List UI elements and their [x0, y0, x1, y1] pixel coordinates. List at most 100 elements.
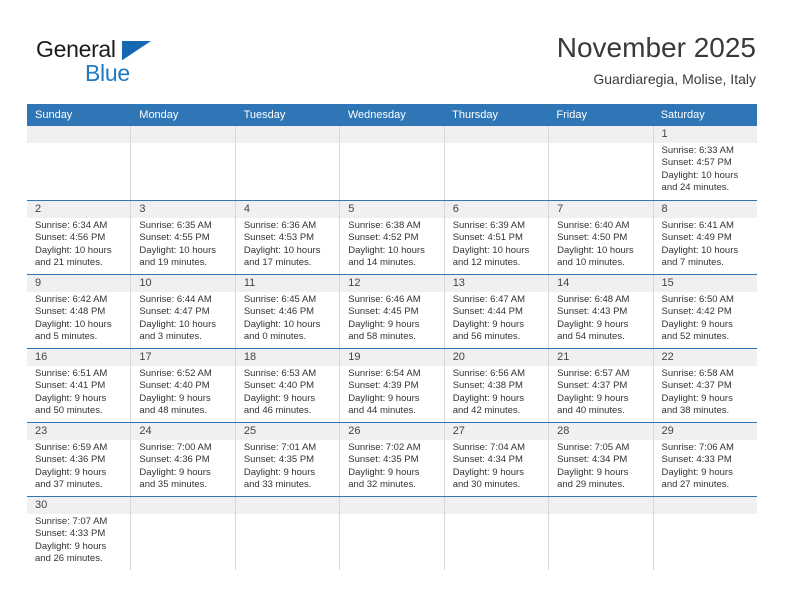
day-number: 18: [243, 351, 257, 363]
calendar-cell-day-8[interactable]: 8 Sunrise: 6:41 AM Sunset: 4:49 PM Daylight…: [654, 201, 757, 274]
day-details: Sunrise: 6:45 AM Sunset: 4:46 PM Daylight:…: [244, 294, 333, 344]
sunrise-text: Sunrise: 6:38 AM: [348, 220, 421, 231]
daylight-text-line1: Daylight: 9 hours: [452, 466, 524, 478]
sunset-text: Sunset: 4:40 PM: [139, 380, 210, 392]
calendar-cell-day-9[interactable]: 9 Sunrise: 6:42 AM Sunset: 4:48 PM Daylight…: [27, 275, 132, 348]
sunrise-text: Sunrise: 6:41 AM: [661, 220, 734, 231]
calendar-cell-day-28[interactable]: 28 Sunrise: 7:05 AM Sunset: 4:34 PM Dayligh…: [549, 423, 654, 496]
day-number: 17: [139, 351, 152, 363]
calendar-cell-day-2[interactable]: 2 Sunrise: 6:34 AM Sunset: 4:56 PM Daylight…: [27, 201, 132, 274]
weekday-header-row: Sunday Monday Tuesday Wednesday Thursday Frid…: [27, 104, 757, 126]
daylight-text-line1: Daylight: 10 hours: [348, 244, 425, 256]
calendar-week-row: 9 Sunrise: 6:42 AM Sunset: 4:48 PM Daylight…: [27, 274, 757, 348]
daylight-text-line2: and 37 minutes.: [35, 479, 103, 491]
calendar-cell-day-20[interactable]: 20 Sunrise: 6:56 AM Sunset: 4:38 PM Dayligh…: [445, 349, 550, 422]
sunset-text: Sunset: 4:53 PM: [243, 232, 315, 244]
calendar-cell-day-21[interactable]: 21 Sunrise: 6:57 AM Sunset: 4:37 PM Dayligh…: [549, 349, 654, 422]
sunrise-text: Sunrise: 6:50 AM: [661, 294, 734, 305]
calendar-cell-day-7[interactable]: 7 Sunrise: 6:40 AM Sunset: 4:50 PM Daylight…: [549, 201, 654, 274]
calendar-cell-day-4[interactable]: 4 Sunrise: 6:36 AM Sunset: 4:53 PM Daylight…: [236, 201, 341, 274]
calendar-cell-empty: [236, 497, 341, 570]
calendar-cell-day-29[interactable]: 29 Sunrise: 7:06 AM Sunset: 4:33 PM Dayligh…: [654, 423, 757, 496]
daylight-text-line2: and 35 minutes.: [139, 479, 208, 491]
sunrise-text: Sunrise: 6:36 AM: [243, 220, 317, 231]
sunset-text: Sunset: 4:37 PM: [557, 380, 628, 392]
sunrise-text: Sunrise: 7:05 AM: [557, 442, 630, 453]
title-block: November 2025 Guardiaregia, Molise, Ital…: [557, 30, 756, 90]
calendar-cell-day-25[interactable]: 25 Sunrise: 7:01 AM Sunset: 4:35 PM Dayligh…: [236, 423, 341, 496]
calendar-cell-day-23[interactable]: 23 Sunrise: 6:59 AM Sunset: 4:36 PM Dayligh…: [27, 423, 132, 496]
calendar-cell-day-3[interactable]: 3 Sunrise: 6:35 AM Sunset: 4:55 PM Daylight…: [131, 201, 236, 274]
day-details: Sunrise: 7:07 AM Sunset: 4:33 PM Daylight:…: [35, 516, 124, 566]
day-details: Sunrise: 7:05 AM Sunset: 4:34 PM Daylight:…: [557, 442, 646, 492]
daylight-text-line1: Daylight: 9 hours: [557, 466, 629, 478]
sunset-text: Sunset: 4:33 PM: [661, 454, 732, 466]
calendar-cell-day-15[interactable]: 15 Sunrise: 6:50 AM Sunset: 4:42 PM Dayligh…: [654, 275, 757, 348]
daylight-text-line2: and 50 minutes.: [35, 405, 103, 417]
calendar-cell-day-27[interactable]: 27 Sunrise: 7:04 AM Sunset: 4:34 PM Dayligh…: [445, 423, 550, 496]
calendar-cell-day-17[interactable]: 17 Sunrise: 6:52 AM Sunset: 4:40 PM Dayligh…: [131, 349, 236, 422]
weekday-header-friday: Friday: [556, 109, 587, 121]
day-number: 8: [661, 203, 668, 215]
daylight-text-line1: Daylight: 10 hours: [661, 244, 739, 256]
calendar-cell-day-12[interactable]: 12 Sunrise: 6:46 AM Sunset: 4:45 PM Dayligh…: [340, 275, 445, 348]
day-details: Sunrise: 7:04 AM Sunset: 4:34 PM Daylight:…: [453, 442, 542, 492]
daylight-text-line2: and 44 minutes.: [348, 405, 416, 417]
daylight-text-line2: and 46 minutes.: [243, 405, 312, 417]
daylight-text-line1: Daylight: 10 hours: [35, 244, 112, 256]
calendar-cell-day-22[interactable]: 22 Sunrise: 6:58 AM Sunset: 4:37 PM Dayligh…: [654, 349, 757, 422]
calendar-week-row: 16 Sunrise: 6:51 AM Sunset: 4:41 PM Dayligh…: [27, 348, 757, 422]
day-number: 2: [35, 203, 42, 215]
day-details: Sunrise: 6:56 AM Sunset: 4:38 PM Daylight:…: [453, 368, 542, 418]
daylight-text-line2: and 56 minutes.: [452, 331, 521, 343]
calendar-cell-day-30[interactable]: 30 Sunrise: 7:07 AM Sunset: 4:33 PM Dayligh…: [27, 497, 132, 570]
day-number: 30: [35, 499, 48, 511]
daylight-text-line2: and 40 minutes.: [557, 405, 625, 417]
calendar-cell-day-13[interactable]: 13 Sunrise: 6:47 AM Sunset: 4:44 PM Dayligh…: [445, 275, 550, 348]
daylight-text-line2: and 21 minutes.: [35, 257, 103, 269]
day-number: 7: [557, 203, 564, 215]
sunset-text: Sunset: 4:47 PM: [139, 306, 210, 318]
daylight-text-line1: Daylight: 10 hours: [35, 318, 112, 330]
calendar-cell-day-1[interactable]: 1 Sunrise: 6:33 AM Sunset: 4:57 PM Daylight…: [654, 126, 757, 200]
sunrise-text: Sunrise: 6:46 AM: [348, 294, 421, 305]
sunrise-text: Sunrise: 6:33 AM: [661, 145, 734, 156]
calendar-cell-day-18[interactable]: 18 Sunrise: 6:53 AM Sunset: 4:40 PM Dayligh…: [236, 349, 341, 422]
calendar-cell-day-11[interactable]: 11 Sunrise: 6:45 AM Sunset: 4:46 PM Dayligh…: [236, 275, 341, 348]
daylight-text-line1: Daylight: 9 hours: [452, 392, 524, 404]
sunset-text: Sunset: 4:38 PM: [452, 380, 523, 392]
calendar-cell-day-14[interactable]: 14 Sunrise: 6:48 AM Sunset: 4:43 PM Dayligh…: [549, 275, 654, 348]
daylight-text-line2: and 5 minutes.: [35, 331, 98, 343]
weekday-header-thursday: Thursday: [452, 109, 498, 121]
daylight-text-line1: Daylight: 9 hours: [348, 392, 420, 404]
sunrise-text: Sunrise: 6:59 AM: [35, 442, 108, 453]
day-number: 22: [661, 351, 674, 363]
daylight-text-line1: Daylight: 9 hours: [35, 466, 107, 478]
calendar-cell-day-6[interactable]: 6 Sunrise: 6:39 AM Sunset: 4:51 PM Daylight…: [445, 201, 550, 274]
day-number: 29: [661, 425, 674, 437]
day-number: 12: [348, 277, 361, 289]
daylight-text-line1: Daylight: 10 hours: [661, 169, 739, 181]
calendar-cell-day-16[interactable]: 16 Sunrise: 6:51 AM Sunset: 4:41 PM Dayligh…: [27, 349, 132, 422]
daylight-text-line2: and 19 minutes.: [139, 257, 208, 269]
calendar-cell-day-10[interactable]: 10 Sunrise: 6:44 AM Sunset: 4:47 PM Dayligh…: [131, 275, 236, 348]
day-number: 16: [35, 351, 48, 363]
sunset-text: Sunset: 4:40 PM: [243, 380, 315, 392]
sunset-text: Sunset: 4:41 PM: [35, 380, 106, 392]
sunset-text: Sunset: 4:44 PM: [452, 306, 523, 318]
daylight-text-line2: and 7 minutes.: [661, 257, 724, 269]
day-number: 10: [139, 277, 152, 289]
calendar-cell-day-24[interactable]: 24 Sunrise: 7:00 AM Sunset: 4:36 PM Dayligh…: [131, 423, 236, 496]
calendar-cell-day-26[interactable]: 26 Sunrise: 7:02 AM Sunset: 4:35 PM Dayligh…: [340, 423, 445, 496]
generalblue-logo[interactable]: General Blue: [36, 36, 176, 90]
sunrise-text: Sunrise: 6:45 AM: [243, 294, 317, 305]
sunrise-text: Sunrise: 6:51 AM: [35, 368, 108, 379]
day-details: Sunrise: 6:58 AM Sunset: 4:37 PM Daylight:…: [662, 368, 751, 418]
day-details: Sunrise: 6:38 AM Sunset: 4:52 PM Daylight:…: [348, 220, 437, 270]
day-details: Sunrise: 6:36 AM Sunset: 4:53 PM Daylight:…: [244, 220, 333, 270]
day-details: Sunrise: 6:51 AM Sunset: 4:41 PM Daylight:…: [35, 368, 124, 418]
calendar-cell-day-19[interactable]: 19 Sunrise: 6:54 AM Sunset: 4:39 PM Dayligh…: [340, 349, 445, 422]
day-details: Sunrise: 6:42 AM Sunset: 4:48 PM Daylight:…: [35, 294, 124, 344]
calendar-cell-day-5[interactable]: 5 Sunrise: 6:38 AM Sunset: 4:52 PM Daylight…: [340, 201, 445, 274]
daylight-text-line1: Daylight: 9 hours: [139, 392, 211, 404]
